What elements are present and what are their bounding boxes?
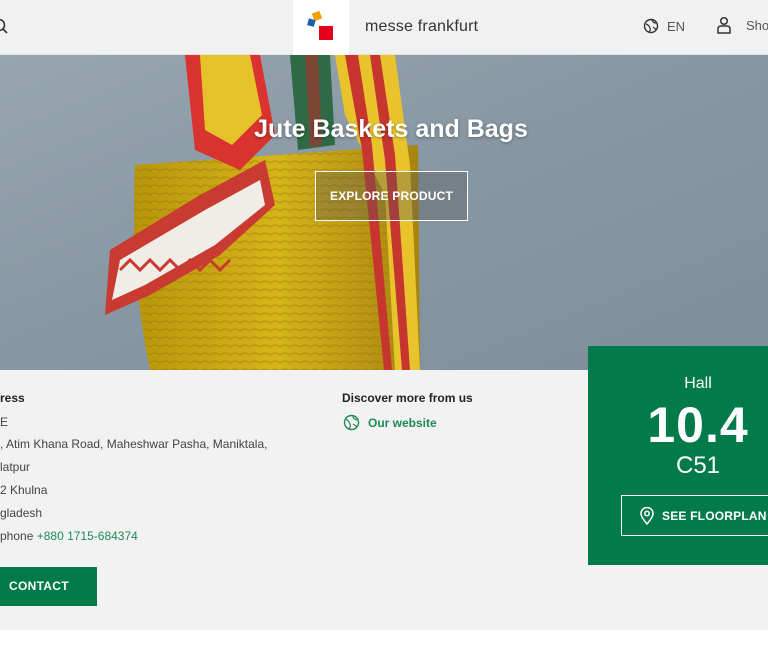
user-label: Sho bbox=[746, 17, 768, 33]
phone-label: phone bbox=[0, 529, 34, 543]
search-icon[interactable] bbox=[0, 18, 8, 34]
logo-icon bbox=[307, 10, 333, 40]
website-label: Our website bbox=[368, 415, 437, 430]
floorplan-label: SEE FLOORPLAN bbox=[662, 508, 767, 523]
phone-link[interactable]: +880 1715-684374 bbox=[37, 529, 138, 543]
language-label: EN bbox=[667, 18, 686, 34]
user-icon bbox=[717, 16, 731, 34]
discover-title: Discover more from us bbox=[342, 391, 473, 405]
stand-number: C51 bbox=[675, 452, 721, 479]
address-line: latpur bbox=[0, 460, 31, 474]
user-menu[interactable]: Sho bbox=[716, 16, 768, 34]
site-header: messe frankfurt EN Sho bbox=[0, 0, 768, 55]
see-floorplan-button[interactable]: SEE FLOORPLAN bbox=[621, 495, 768, 536]
hall-label: Hall bbox=[684, 375, 712, 392]
address-line: 2 Khulna bbox=[0, 483, 48, 497]
language-switcher[interactable]: EN bbox=[643, 18, 685, 34]
explore-product-button[interactable]: EXPLORE PRODUCT bbox=[315, 171, 468, 221]
globe-icon bbox=[643, 18, 659, 34]
hall-info-panel: Hall 10.4 C51 SEE FLOORPLAN bbox=[588, 346, 768, 565]
page-footer-strip bbox=[0, 630, 768, 653]
address-title: ress bbox=[0, 391, 25, 405]
contact-button[interactable]: CONTACT bbox=[0, 567, 97, 606]
address-line: , Atim Khana Road, Maheshwar Pasha, Mani… bbox=[0, 437, 268, 451]
messe-frankfurt-logo[interactable] bbox=[293, 0, 349, 55]
address-line: gladesh bbox=[0, 506, 43, 520]
address-line: E bbox=[0, 415, 9, 429]
website-link[interactable]: Our website bbox=[343, 414, 437, 431]
brand-name[interactable]: messe frankfurt bbox=[365, 18, 478, 36]
hall-number: 10.4 bbox=[647, 397, 749, 453]
product-hero: Jute Baskets and Bags EXPLORE PRODUCT bbox=[0, 55, 768, 370]
phone-line: phone +880 1715-684374 bbox=[0, 529, 138, 543]
location-pin-icon bbox=[640, 506, 654, 525]
globe-icon bbox=[343, 414, 360, 431]
hero-title: Jute Baskets and Bags bbox=[254, 115, 528, 143]
